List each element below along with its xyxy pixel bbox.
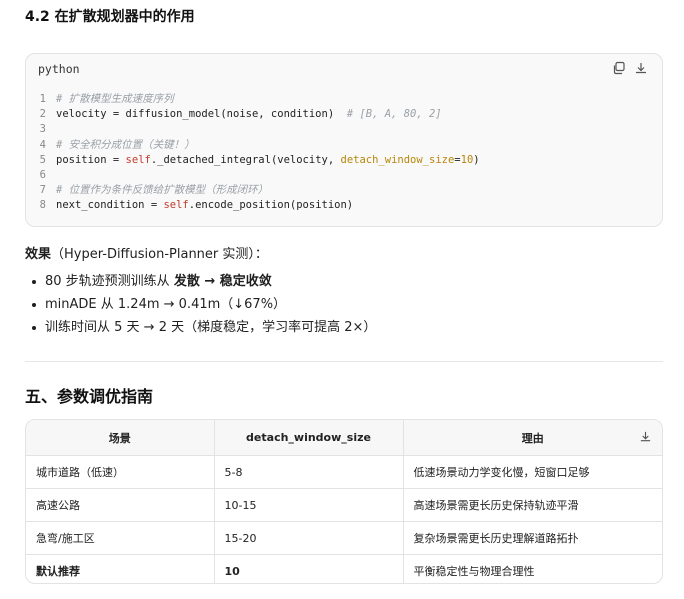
code-line: 6	[26, 168, 662, 183]
table-cell: 10	[214, 554, 404, 583]
table-cell: 10-15	[214, 488, 404, 522]
download-icon[interactable]	[634, 60, 648, 74]
divider	[25, 361, 663, 362]
table-cell: 平衡稳定性与物理合理性	[413, 565, 535, 578]
line-number: 4	[39, 138, 46, 151]
table-cell: 5-8	[214, 455, 404, 489]
table-row: 高速公路 10-15 高速场景需更长历史保持轨迹平滑	[26, 488, 662, 522]
table-cell: 高速场景需更长历史保持轨迹平滑	[403, 488, 662, 522]
copy-icon[interactable]	[612, 60, 626, 75]
table-row: 急弯/施工区 15-20 复杂场景需更长历史理解道路拓扑	[26, 521, 662, 555]
effect-paragraph: 效果（Hyper-Diffusion-Planner 实测）：	[25, 243, 268, 262]
code-line: 5 position = self._detached_integral(velo…	[26, 153, 662, 168]
code-block: python 1 # 扩散模型生成速度序列 2 velocity = diffusio…	[25, 53, 663, 227]
table-cell: 低速场景动力学变化慢，短窗口足够	[403, 455, 662, 489]
effect-rest: （Hyper-Diffusion-Planner 实测）：	[51, 247, 268, 262]
line-number: 6	[39, 168, 46, 181]
table-row: 默认推荐 10 平衡稳定性与物理合理性	[26, 554, 662, 583]
line-number: 7	[39, 184, 46, 197]
list-item: 训练时间从 5 天 → 2 天（梯度稳定，学习率可提高 2×）	[25, 316, 376, 339]
effect-label: 效果	[25, 247, 52, 262]
code-line: 7 # 位置作为条件反馈给扩散模型（形成闭环）	[26, 183, 662, 198]
download-icon[interactable]	[639, 430, 652, 443]
list-item: minADE 从 1.24m → 0.41m（↓67%）	[25, 293, 376, 316]
result-list: 80 步轨迹预测训练从 发散 → 稳定收敛 minADE 从 1.24m → 0…	[25, 270, 376, 339]
code-line: 3	[26, 122, 662, 137]
table-cell: 15-20	[214, 521, 404, 555]
table-cell: 城市道路（低速）	[26, 455, 215, 489]
line-number: 3	[39, 123, 46, 136]
table-header-row: 场景 detach_window_size 理由	[26, 420, 662, 456]
table-cell: 高速公路	[26, 488, 215, 522]
code-language-label: python	[38, 62, 80, 76]
code-line: 4 # 安全积分成位置（关键！）	[26, 138, 662, 153]
table-cell: 复杂场景需更长历史理解道路拓扑	[403, 521, 662, 555]
table-header-cell: 场景	[26, 420, 215, 456]
code-actions	[612, 60, 648, 75]
tuning-table: 场景 detach_window_size 理由 城市道路（低速） 5-8 低速…	[25, 419, 663, 584]
table-header-cell: detach_window_size	[214, 420, 404, 456]
table-cell: 急弯/施工区	[26, 521, 215, 555]
line-number: 2	[39, 108, 46, 121]
line-number: 8	[39, 199, 46, 212]
list-item: 80 步轨迹预测训练从 发散 → 稳定收敛	[25, 270, 376, 293]
code-line: 8 next_condition = self.encode_position(p…	[26, 198, 662, 213]
code-line: 1 # 扩散模型生成速度序列	[26, 92, 662, 107]
table-cell: 默认推荐	[26, 554, 215, 583]
section2-title: 五、参数调优指南	[25, 387, 154, 406]
code-line: 2 velocity = diffusion_model(noise, condi…	[26, 107, 662, 122]
code-lines: 1 # 扩散模型生成速度序列 2 velocity = diffusion_model…	[26, 92, 662, 214]
section-title: 4.2 在扩散规划器中的作用	[25, 9, 195, 25]
table-header-cell: 理由	[403, 420, 662, 456]
table-row: 城市道路（低速） 5-8 低速场景动力学变化慢，短窗口足够	[26, 455, 662, 489]
line-number: 1	[39, 93, 46, 105]
line-number: 5	[39, 153, 46, 166]
